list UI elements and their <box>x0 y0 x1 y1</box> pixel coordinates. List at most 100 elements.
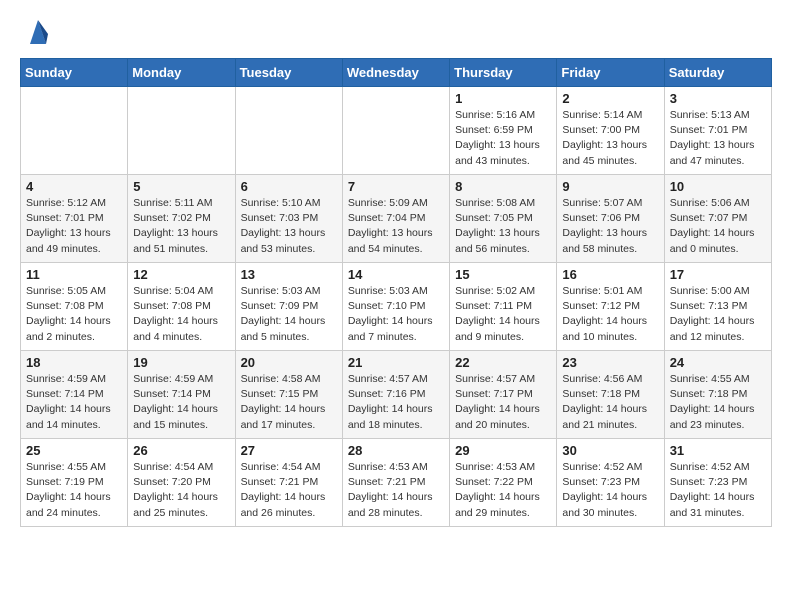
calendar-header-thursday: Thursday <box>450 59 557 87</box>
day-info: Sunrise: 4:57 AM Sunset: 7:16 PM Dayligh… <box>348 372 444 433</box>
logo <box>20 16 50 46</box>
calendar-cell: 25 Sunrise: 4:55 AM Sunset: 7:19 PM Dayli… <box>21 439 128 527</box>
calendar-cell: 1 Sunrise: 5:16 AM Sunset: 6:59 PM Daylig… <box>450 87 557 175</box>
calendar-cell <box>21 87 128 175</box>
day-info: Sunrise: 4:59 AM Sunset: 7:14 PM Dayligh… <box>133 372 229 433</box>
calendar-cell: 16Sunrise: 5:01 AM Sunset: 7:12 PM Dayli… <box>557 263 664 351</box>
day-number: 11 <box>26 267 122 282</box>
day-info: Sunrise: 4:57 AM Sunset: 7:17 PM Dayligh… <box>455 372 551 433</box>
day-number: 14 <box>348 267 444 282</box>
calendar-cell: 28 Sunrise: 4:53 AM Sunset: 7:21 PM Dayli… <box>342 439 449 527</box>
calendar-cell: 23 Sunrise: 4:56 AM Sunset: 7:18 PM Dayli… <box>557 351 664 439</box>
day-info: Sunrise: 5:04 AM Sunset: 7:08 PM Dayligh… <box>133 284 229 345</box>
day-info: Sunrise: 5:02 AM Sunset: 7:11 PM Dayligh… <box>455 284 551 345</box>
day-number: 17 <box>670 267 766 282</box>
day-number: 8 <box>455 179 551 194</box>
calendar-cell: 27 Sunrise: 4:54 AM Sunset: 7:21 PM Dayli… <box>235 439 342 527</box>
day-info: Sunrise: 5:13 AM Sunset: 7:01 PM Dayligh… <box>670 108 766 169</box>
calendar-header-friday: Friday <box>557 59 664 87</box>
day-info: Sunrise: 5:12 AM Sunset: 7:01 PM Dayligh… <box>26 196 122 257</box>
day-info: Sunrise: 4:52 AM Sunset: 7:23 PM Dayligh… <box>562 460 658 521</box>
calendar-week-3: 11 Sunrise: 5:05 AM Sunset: 7:08 PM Dayli… <box>21 263 772 351</box>
day-info: Sunrise: 5:05 AM Sunset: 7:08 PM Dayligh… <box>26 284 122 345</box>
day-info: Sunrise: 4:55 AM Sunset: 7:18 PM Dayligh… <box>670 372 766 433</box>
day-number: 18 <box>26 355 122 370</box>
calendar-cell: 4 Sunrise: 5:12 AM Sunset: 7:01 PM Daylig… <box>21 175 128 263</box>
day-info: Sunrise: 4:53 AM Sunset: 7:22 PM Dayligh… <box>455 460 551 521</box>
day-number: 7 <box>348 179 444 194</box>
calendar-cell: 6 Sunrise: 5:10 AM Sunset: 7:03 PM Daylig… <box>235 175 342 263</box>
day-info: Sunrise: 5:00 AM Sunset: 7:13 PM Dayligh… <box>670 284 766 345</box>
day-number: 9 <box>562 179 658 194</box>
calendar-week-5: 25 Sunrise: 4:55 AM Sunset: 7:19 PM Dayli… <box>21 439 772 527</box>
calendar-cell: 31 Sunrise: 4:52 AM Sunset: 7:23 PM Dayli… <box>664 439 771 527</box>
calendar-header-tuesday: Tuesday <box>235 59 342 87</box>
calendar-cell <box>235 87 342 175</box>
day-info: Sunrise: 5:14 AM Sunset: 7:00 PM Dayligh… <box>562 108 658 169</box>
day-info: Sunrise: 4:59 AM Sunset: 7:14 PM Dayligh… <box>26 372 122 433</box>
day-number: 28 <box>348 443 444 458</box>
day-number: 1 <box>455 91 551 106</box>
calendar-cell: 5 Sunrise: 5:11 AM Sunset: 7:02 PM Daylig… <box>128 175 235 263</box>
calendar-cell: 26 Sunrise: 4:54 AM Sunset: 7:20 PM Dayli… <box>128 439 235 527</box>
day-number: 13 <box>241 267 337 282</box>
calendar-cell: 19Sunrise: 4:59 AM Sunset: 7:14 PM Dayli… <box>128 351 235 439</box>
calendar-cell <box>342 87 449 175</box>
day-info: Sunrise: 4:58 AM Sunset: 7:15 PM Dayligh… <box>241 372 337 433</box>
day-number: 31 <box>670 443 766 458</box>
calendar-cell: 17 Sunrise: 5:00 AM Sunset: 7:13 PM Dayli… <box>664 263 771 351</box>
calendar-cell: 10 Sunrise: 5:06 AM Sunset: 7:07 PM Dayli… <box>664 175 771 263</box>
calendar-cell: 14Sunrise: 5:03 AM Sunset: 7:10 PM Dayli… <box>342 263 449 351</box>
day-number: 27 <box>241 443 337 458</box>
calendar-cell: 11 Sunrise: 5:05 AM Sunset: 7:08 PM Dayli… <box>21 263 128 351</box>
calendar-cell: 30Sunrise: 4:52 AM Sunset: 7:23 PM Dayli… <box>557 439 664 527</box>
day-number: 16 <box>562 267 658 282</box>
calendar-cell: 20Sunrise: 4:58 AM Sunset: 7:15 PM Dayli… <box>235 351 342 439</box>
calendar-week-2: 4 Sunrise: 5:12 AM Sunset: 7:01 PM Daylig… <box>21 175 772 263</box>
day-info: Sunrise: 5:07 AM Sunset: 7:06 PM Dayligh… <box>562 196 658 257</box>
day-number: 23 <box>562 355 658 370</box>
day-info: Sunrise: 4:53 AM Sunset: 7:21 PM Dayligh… <box>348 460 444 521</box>
day-info: Sunrise: 4:55 AM Sunset: 7:19 PM Dayligh… <box>26 460 122 521</box>
day-info: Sunrise: 4:54 AM Sunset: 7:20 PM Dayligh… <box>133 460 229 521</box>
day-number: 15 <box>455 267 551 282</box>
day-info: Sunrise: 5:10 AM Sunset: 7:03 PM Dayligh… <box>241 196 337 257</box>
day-number: 12 <box>133 267 229 282</box>
day-number: 21 <box>348 355 444 370</box>
day-number: 6 <box>241 179 337 194</box>
calendar-cell: 18 Sunrise: 4:59 AM Sunset: 7:14 PM Dayli… <box>21 351 128 439</box>
calendar-header-sunday: Sunday <box>21 59 128 87</box>
day-number: 29 <box>455 443 551 458</box>
calendar-table: SundayMondayTuesdayWednesdayThursdayFrid… <box>20 58 772 527</box>
calendar-header-saturday: Saturday <box>664 59 771 87</box>
day-number: 5 <box>133 179 229 194</box>
calendar-cell: 24 Sunrise: 4:55 AM Sunset: 7:18 PM Dayli… <box>664 351 771 439</box>
calendar-cell: 12 Sunrise: 5:04 AM Sunset: 7:08 PM Dayli… <box>128 263 235 351</box>
calendar-week-1: 1 Sunrise: 5:16 AM Sunset: 6:59 PM Daylig… <box>21 87 772 175</box>
day-info: Sunrise: 5:08 AM Sunset: 7:05 PM Dayligh… <box>455 196 551 257</box>
day-info: Sunrise: 4:56 AM Sunset: 7:18 PM Dayligh… <box>562 372 658 433</box>
day-info: Sunrise: 4:52 AM Sunset: 7:23 PM Dayligh… <box>670 460 766 521</box>
day-info: Sunrise: 4:54 AM Sunset: 7:21 PM Dayligh… <box>241 460 337 521</box>
logo-icon <box>26 16 50 46</box>
calendar-cell: 21 Sunrise: 4:57 AM Sunset: 7:16 PM Dayli… <box>342 351 449 439</box>
calendar-cell: 29 Sunrise: 4:53 AM Sunset: 7:22 PM Dayli… <box>450 439 557 527</box>
calendar-header-row: SundayMondayTuesdayWednesdayThursdayFrid… <box>21 59 772 87</box>
day-info: Sunrise: 5:16 AM Sunset: 6:59 PM Dayligh… <box>455 108 551 169</box>
calendar-cell: 8 Sunrise: 5:08 AM Sunset: 7:05 PM Daylig… <box>450 175 557 263</box>
page-header <box>20 16 772 46</box>
day-number: 10 <box>670 179 766 194</box>
day-number: 24 <box>670 355 766 370</box>
day-number: 3 <box>670 91 766 106</box>
calendar-cell: 15 Sunrise: 5:02 AM Sunset: 7:11 PM Dayli… <box>450 263 557 351</box>
day-number: 4 <box>26 179 122 194</box>
calendar-cell: 9 Sunrise: 5:07 AM Sunset: 7:06 PM Daylig… <box>557 175 664 263</box>
day-info: Sunrise: 5:06 AM Sunset: 7:07 PM Dayligh… <box>670 196 766 257</box>
calendar-cell <box>128 87 235 175</box>
day-number: 26 <box>133 443 229 458</box>
calendar-cell: 3 Sunrise: 5:13 AM Sunset: 7:01 PM Daylig… <box>664 87 771 175</box>
calendar-week-4: 18 Sunrise: 4:59 AM Sunset: 7:14 PM Dayli… <box>21 351 772 439</box>
day-number: 25 <box>26 443 122 458</box>
calendar-body: 1 Sunrise: 5:16 AM Sunset: 6:59 PM Daylig… <box>21 87 772 527</box>
day-info: Sunrise: 5:11 AM Sunset: 7:02 PM Dayligh… <box>133 196 229 257</box>
